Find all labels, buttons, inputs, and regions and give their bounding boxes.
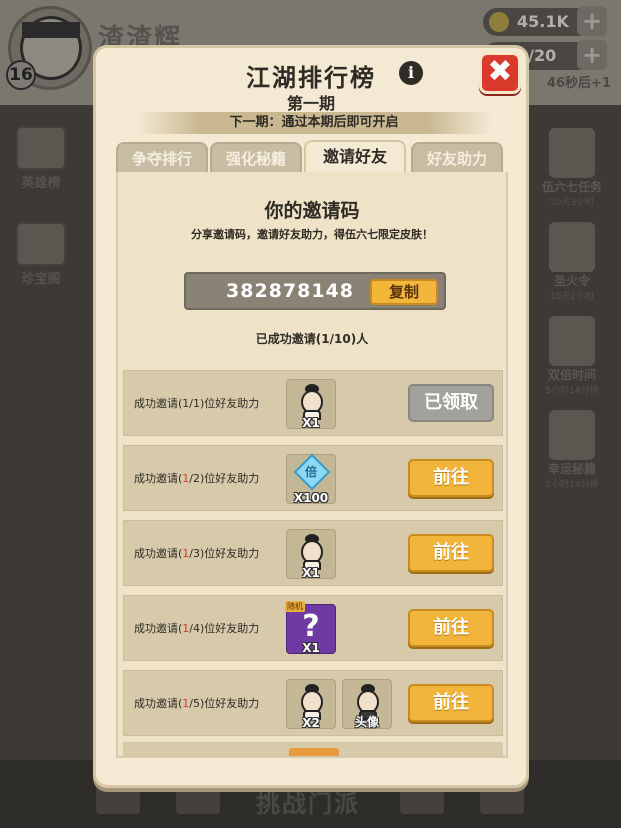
treasure-pavilion-button[interactable]: 珍宝阁	[10, 222, 72, 287]
tab-bar: 争夺排行 强化秘籍 邀请好友 好友助力	[116, 140, 508, 172]
tab-friend-help[interactable]: 好友助力	[411, 142, 503, 172]
question-mark-icon: ?	[302, 609, 320, 644]
go-button[interactable]: 前往	[408, 459, 494, 497]
lucky-book-label: 幸运秘籍	[547, 462, 596, 476]
reward-row: 成功邀请(1/3)位好友助力 X1 前往	[123, 520, 503, 586]
treasure-chest-icon	[16, 222, 66, 266]
double-time-label: 双倍时间	[547, 368, 596, 382]
reward-item-partial	[289, 748, 339, 756]
holy-fire-timer: 10天2小时	[549, 292, 595, 302]
reward-item-character[interactable]: X1	[286, 379, 336, 430]
next-period-banner: 下一期：通过本期后即可开启	[136, 112, 492, 134]
ranking-modal: 江湖排行榜 i 第一期 ✖ 下一期：通过本期后即可开启 争夺排行 强化秘籍 邀请…	[93, 45, 529, 788]
invite-code-box: 382878148 复制	[184, 272, 446, 310]
avatar-headband	[22, 22, 80, 38]
right-menu-lucky-book[interactable]: 幸运秘籍 2小时14分钟	[535, 410, 609, 490]
close-button[interactable]: ✖	[479, 52, 521, 94]
hero-ranking-label: 英雄榜	[21, 176, 61, 191]
lucky-book-timer: 2小时14分钟	[545, 480, 599, 490]
reward-row: 成功邀请(1/1)位好友助力 X1 已领取	[123, 370, 503, 436]
modal-title: 江湖排行榜	[246, 64, 376, 92]
claimed-button[interactable]: 已领取	[408, 384, 494, 422]
quest-timer: 30天3小时	[549, 198, 595, 208]
reward-quantity: X2	[302, 716, 320, 730]
treasure-pavilion-label: 珍宝阁	[21, 272, 61, 287]
reward-item-character[interactable]: X1	[286, 529, 336, 580]
reward-item-avatar[interactable]: 头像	[342, 679, 392, 729]
double-time-icon	[549, 316, 595, 366]
tab-enhance-secrets[interactable]: 强化秘籍	[210, 142, 302, 172]
reward-requirement: 成功邀请(1/5)位好友助力	[134, 697, 260, 710]
reward-item-character[interactable]: X2	[286, 679, 336, 730]
reward-item-double-diamond[interactable]: 倍 X100	[286, 453, 336, 505]
gold-counter: 45.1K +	[483, 6, 607, 36]
reward-requirement: 成功邀请(1/1)位好友助力	[134, 397, 260, 410]
reward-row-partial	[123, 742, 503, 756]
reward-requirement: 成功邀请(1/2)位好友助力	[134, 472, 260, 485]
tab-compete-ranking[interactable]: 争夺排行	[116, 142, 208, 172]
invite-count: 已成功邀请(1/10)人	[255, 332, 369, 346]
reward-quantity: X1	[302, 641, 320, 655]
holy-fire-icon	[549, 222, 595, 272]
holy-fire-label: 圣火令	[553, 274, 590, 288]
reward-quantity: X100	[293, 491, 329, 505]
character-icon	[299, 384, 325, 420]
hero-ranking-button[interactable]: 英雄榜	[10, 126, 72, 191]
copy-code-button[interactable]: 复制	[370, 279, 438, 305]
info-icon[interactable]: i	[399, 61, 423, 85]
right-menu-quest[interactable]: 伍六七任务 30天3小时	[535, 128, 609, 208]
invite-panel: 你的邀请码 分享邀请码，邀请好友助力，得伍六七限定皮肤！ 382878148 复…	[116, 172, 508, 758]
diamond-glyph: 倍	[304, 465, 317, 479]
reward-row: 成功邀请(1/2)位好友助力 倍 X100 前往	[123, 445, 503, 511]
right-menu-holy-fire[interactable]: 圣火令 10天2小时	[535, 222, 609, 302]
modal-subtitle: 第一期	[286, 94, 335, 113]
double-time-timer: 5小时14分钟	[545, 386, 599, 396]
reward-quantity: X1	[302, 416, 320, 430]
go-button[interactable]: 前往	[408, 609, 494, 647]
add-stamina-button[interactable]: +	[577, 40, 607, 70]
quest-icon	[549, 128, 595, 178]
reward-requirement: 成功邀请(1/4)位好友助力	[134, 622, 260, 635]
reward-row: 成功邀请(1/5)位好友助力 X2 头像 前往	[123, 670, 503, 736]
lucky-book-icon	[549, 410, 595, 460]
stamina-timer: 46秒后+1	[546, 76, 611, 91]
reward-quantity: 头像	[354, 715, 379, 729]
reward-item-mystery[interactable]: 随机 ? X1	[285, 601, 336, 655]
ranking-icon	[16, 126, 66, 170]
gold-amount: 45.1K	[517, 12, 569, 31]
right-menu-double-time[interactable]: 双倍时间 5小时14分钟	[535, 316, 609, 396]
character-icon	[299, 684, 325, 720]
tab-invite-friends[interactable]: 邀请好友	[304, 140, 406, 172]
invite-description: 分享邀请码，邀请好友助力，得伍六七限定皮肤！	[191, 228, 433, 241]
challenge-sect-label[interactable]: 挑战门派	[256, 784, 360, 819]
invite-code: 382878148	[226, 280, 354, 302]
invite-code-title: 你的邀请码	[264, 200, 360, 222]
go-button[interactable]: 前往	[408, 534, 494, 572]
reward-row: 成功邀请(1/4)位好友助力 随机 ? X1 前往	[123, 595, 503, 661]
reward-requirement: 成功邀请(1/3)位好友助力	[134, 547, 260, 560]
gold-coin-icon	[489, 12, 509, 32]
reward-quantity: X1	[302, 566, 320, 580]
quest-label: 伍六七任务	[541, 180, 602, 194]
add-gold-button[interactable]: +	[577, 6, 607, 36]
go-button[interactable]: 前往	[408, 684, 494, 722]
player-level-badge: 16	[6, 60, 36, 90]
character-icon	[299, 534, 325, 570]
